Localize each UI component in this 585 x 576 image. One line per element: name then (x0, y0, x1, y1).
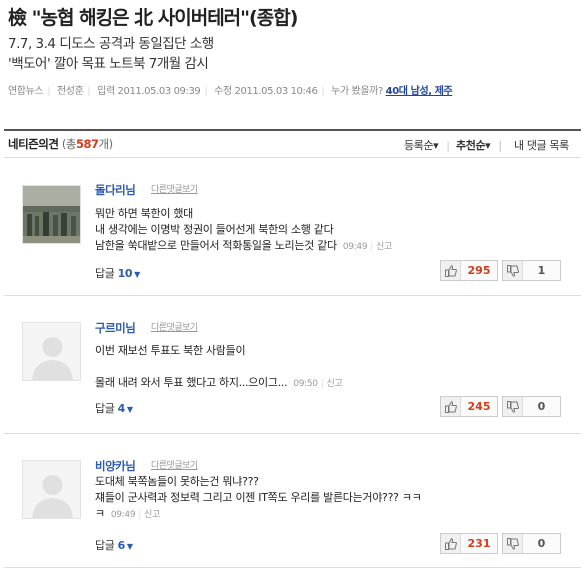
article-meta: 연합뉴스 | 전성훈 | 입력 2011.05.03 09:39 | 수정 2011.… (8, 86, 453, 97)
comment-time: 09:50 (293, 379, 318, 389)
oppose-button[interactable]: 0 (502, 533, 561, 554)
comment-nickname[interactable]: 비양카님 (95, 458, 136, 474)
avatar[interactable] (22, 460, 81, 519)
thumbs-up-icon (441, 534, 461, 553)
reporter-name: 전성훈 (56, 86, 84, 97)
source-name: 연합뉴스 (8, 86, 44, 97)
other-replies-link[interactable]: 다른댓글보기 (151, 458, 198, 471)
reply-toggle[interactable]: 답글 6 ▼ (95, 537, 133, 553)
reply-count: 4 (117, 402, 126, 415)
other-replies-link[interactable]: 다른댓글보기 (151, 182, 198, 195)
comment-line: 이번 재보선 투표도 북한 사람들이 (95, 344, 246, 357)
input-time: 2011.05.03 09:39 (117, 86, 201, 97)
thumbs-down-icon (503, 534, 523, 553)
report-link[interactable]: 신고 (326, 379, 342, 389)
article-subhead-2: '백도어' 깔아 목표 노트북 7개월 감시 (8, 56, 209, 72)
input-label: 입력 (97, 86, 115, 97)
recommend-button[interactable]: 245 (440, 396, 498, 417)
edit-label: 수정 (214, 86, 232, 97)
sort-by-date[interactable]: 등록순▾ | (404, 137, 450, 153)
comments-title: 네티즌의견 (총587개) (8, 136, 113, 152)
comment-item: 구르미님 다른댓글보기 이번 재보선 투표도 북한 사람들이 몰래 내려 와서 … (4, 296, 581, 434)
comment-time: 09:49 (110, 510, 136, 520)
reply-toggle[interactable]: 답글 4 ▼ (95, 400, 133, 416)
report-link[interactable]: 신고 (376, 242, 392, 252)
comment-time: 09:49 (342, 242, 368, 252)
who-saw-link[interactable]: 40대 남성, 제주 (386, 86, 453, 97)
reply-count: 10 (117, 267, 133, 280)
who-saw-label: 누가 봤을까? (331, 86, 383, 97)
oppose-button[interactable]: 0 (502, 396, 561, 417)
other-replies-link[interactable]: 다른댓글보기 (151, 320, 198, 333)
avatar[interactable] (22, 322, 81, 381)
thumbs-up-icon (441, 397, 461, 416)
comments-header-line (4, 129, 581, 131)
comments-total-prefix: (총 (61, 137, 77, 151)
oppose-button[interactable]: 1 (502, 260, 561, 281)
recommend-count: 231 (467, 537, 491, 550)
thumbs-up-icon (441, 261, 461, 280)
recommend-button[interactable]: 295 (440, 260, 498, 281)
comment-line: 도대체 북쪽놈들이 못하는건 뭐냐??? (95, 475, 259, 488)
report-link[interactable]: 신고 (144, 510, 160, 520)
article-headline: 檢 "농협 해킹은 北 사이버테러"(종합) (8, 7, 298, 29)
edit-time: 2011.05.03 10:46 (234, 86, 318, 97)
thumbs-down-icon (503, 261, 523, 280)
comment-item: 돌다리님 다른댓글보기 뭐만 하면 북한이 했대 내 생각에는 이명박 정권이 … (4, 158, 581, 296)
comment-line: 뭐만 하면 북한이 했대 (95, 207, 193, 220)
comments-title-label: 네티즌의견 (8, 137, 59, 151)
comment-nickname[interactable]: 돌다리님 (95, 182, 136, 198)
comments-total-suffix: 개) (98, 137, 114, 151)
comment-nickname[interactable]: 구르미님 (95, 320, 136, 336)
my-comments-link[interactable]: 내 댓글 목록 (514, 137, 569, 153)
comment-line: 쟤들이 군사력과 정보력 그리고 이젠 IT쪽도 우리를 발른다는거야??? ㅋ… (95, 491, 422, 504)
recommend-count: 295 (467, 264, 491, 277)
comment-line: ㅋ 09:49 | 신고 (95, 507, 160, 520)
comment-item-partial (4, 568, 581, 576)
avatar[interactable] (22, 185, 81, 244)
oppose-count: 0 (537, 537, 546, 550)
thumbs-down-icon (503, 397, 523, 416)
oppose-count: 1 (537, 264, 546, 277)
oppose-count: 0 (537, 400, 546, 413)
comments-total-count: 587 (76, 137, 99, 151)
comment-line: 남한을 쑥대밭으로 만들어서 적화통일을 노리는것 같다 09:49 | 신고 (95, 239, 392, 252)
sort-by-recommend[interactable]: 추천순▾ | (456, 137, 502, 153)
comment-line: 내 생각에는 이명박 정권이 들어선게 북한의 소행 같다 (95, 223, 334, 236)
recommend-button[interactable]: 231 (440, 533, 498, 554)
comment-item: 비양카님 다른댓글보기 도대체 북쪽놈들이 못하는건 뭐냐??? 쟤들이 군사력… (4, 434, 581, 568)
comment-line: 몰래 내려 와서 투표 했다고 하지...으이그... 09:50 | 신고 (95, 376, 343, 389)
article-subhead-1: 7.7, 3.4 디도스 공격과 동일집단 소행 (8, 36, 214, 52)
recommend-count: 245 (467, 400, 491, 413)
reply-toggle[interactable]: 답글 10 ▼ (95, 265, 140, 281)
reply-count: 6 (117, 539, 126, 552)
